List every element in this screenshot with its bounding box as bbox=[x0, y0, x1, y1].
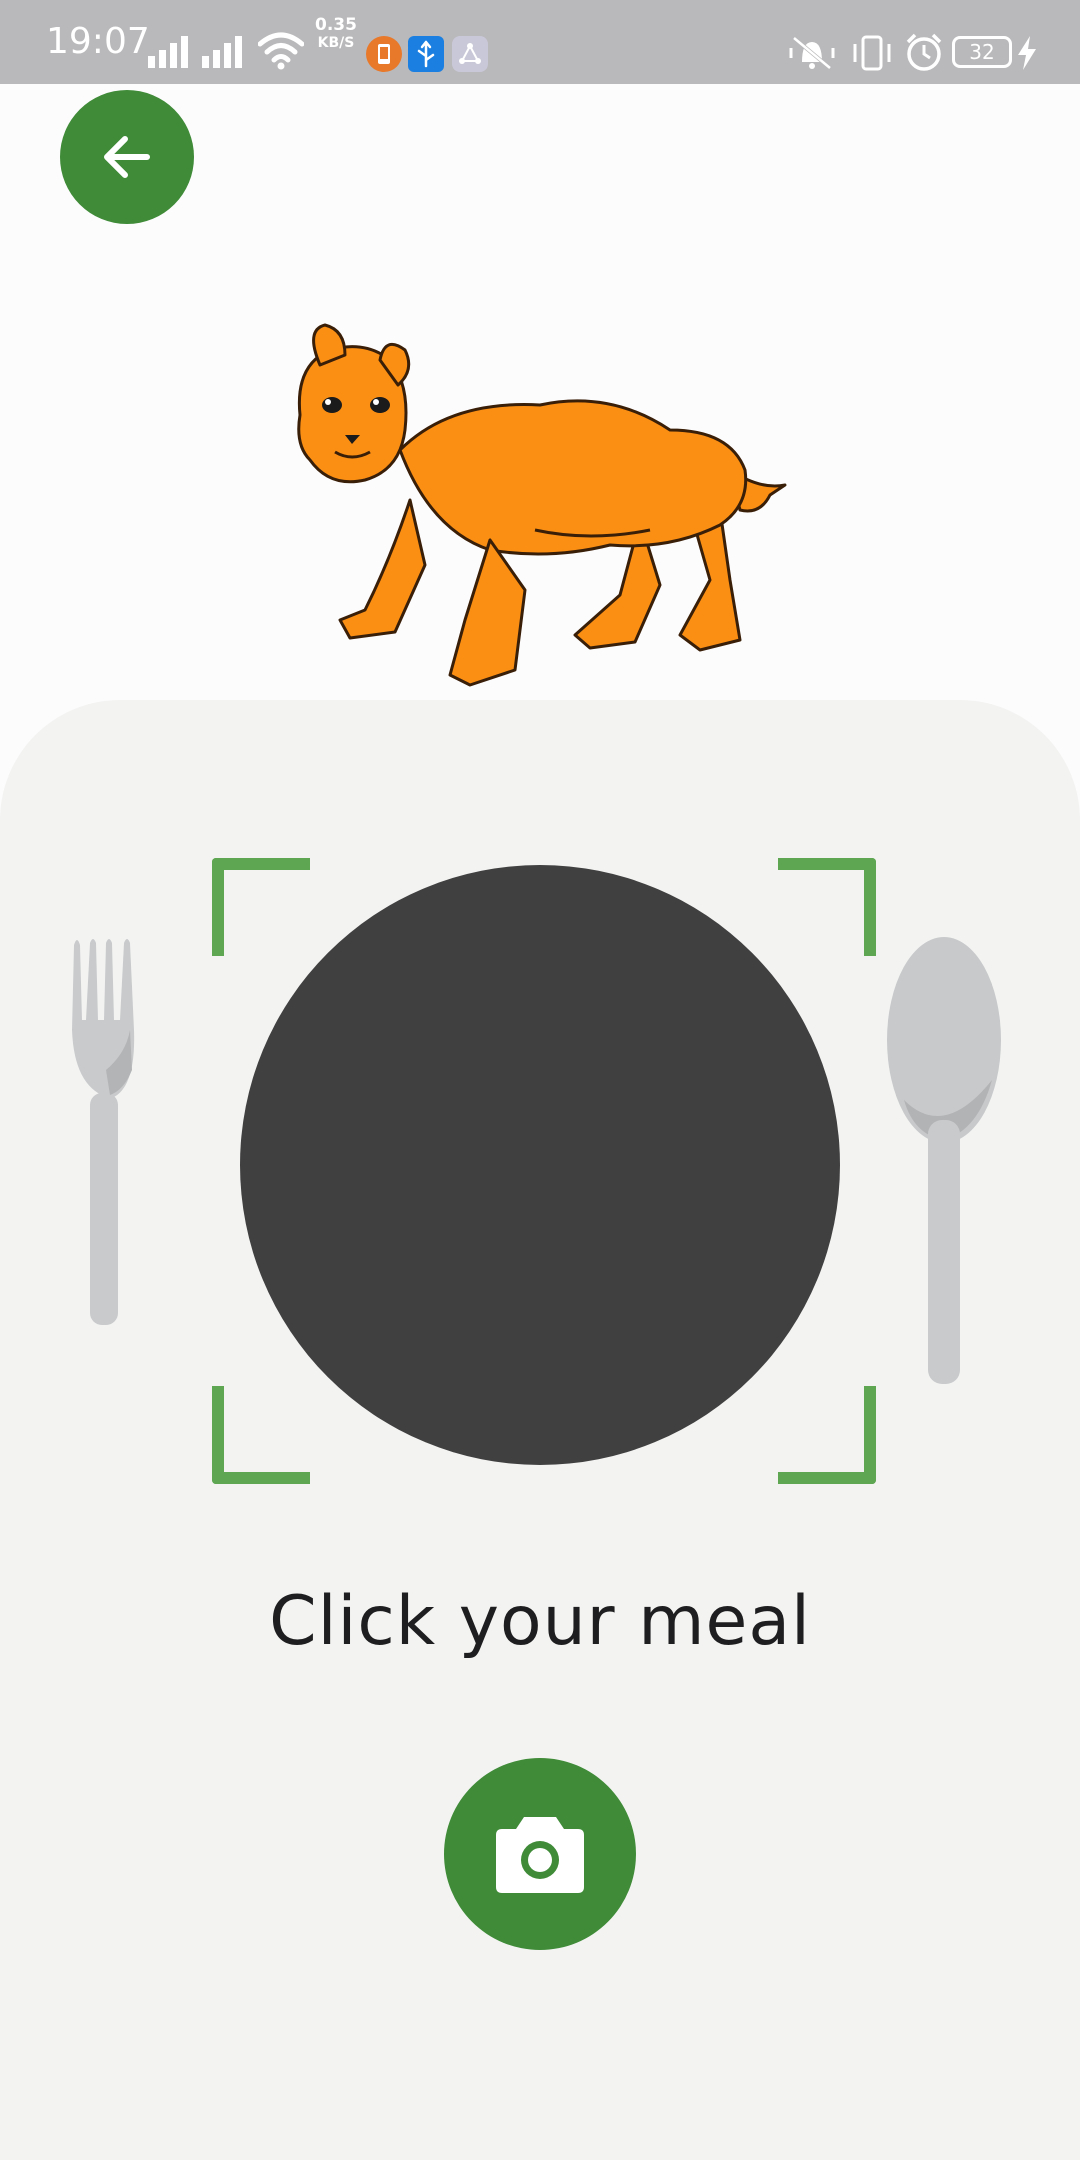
app-notification-icon bbox=[366, 36, 402, 72]
network-speed-value: 0.35 bbox=[315, 15, 357, 35]
scan-frame-corner-top-left bbox=[212, 858, 310, 956]
back-button[interactable] bbox=[60, 90, 194, 224]
arrow-left-icon bbox=[104, 136, 150, 178]
battery-icon: 32 bbox=[952, 36, 1012, 68]
scan-frame-corner-bottom-left bbox=[212, 1386, 310, 1484]
battery-level: 32 bbox=[969, 40, 995, 64]
phone-rotate-icon bbox=[853, 35, 891, 71]
network-speed-unit: KB/S bbox=[317, 35, 355, 51]
capture-button[interactable] bbox=[444, 1758, 636, 1950]
vibrate-icon bbox=[789, 36, 835, 70]
usb-icon bbox=[408, 36, 444, 72]
scan-frame-corner-top-right bbox=[778, 858, 876, 956]
meal-prompt: Click your meal bbox=[269, 1582, 811, 1661]
status-time: 19:07 bbox=[46, 21, 150, 62]
camera-icon bbox=[496, 1817, 584, 1893]
charging-icon bbox=[1018, 36, 1036, 70]
lion-cub-mascot bbox=[297, 323, 787, 687]
alarm-icon bbox=[906, 33, 942, 71]
plate-camera-preview bbox=[240, 865, 840, 1465]
signal-icon bbox=[202, 36, 242, 68]
share-icon bbox=[452, 36, 488, 72]
spoon-icon bbox=[887, 937, 1001, 1384]
wifi-icon bbox=[258, 32, 304, 70]
fork-icon bbox=[72, 939, 135, 1325]
status-bar: 19:07 0.35 KB/S 32 bbox=[0, 0, 1080, 84]
signal-icon bbox=[148, 36, 188, 68]
network-speed: 0.35 KB/S bbox=[312, 16, 360, 52]
scan-frame-corner-bottom-right bbox=[778, 1386, 876, 1484]
